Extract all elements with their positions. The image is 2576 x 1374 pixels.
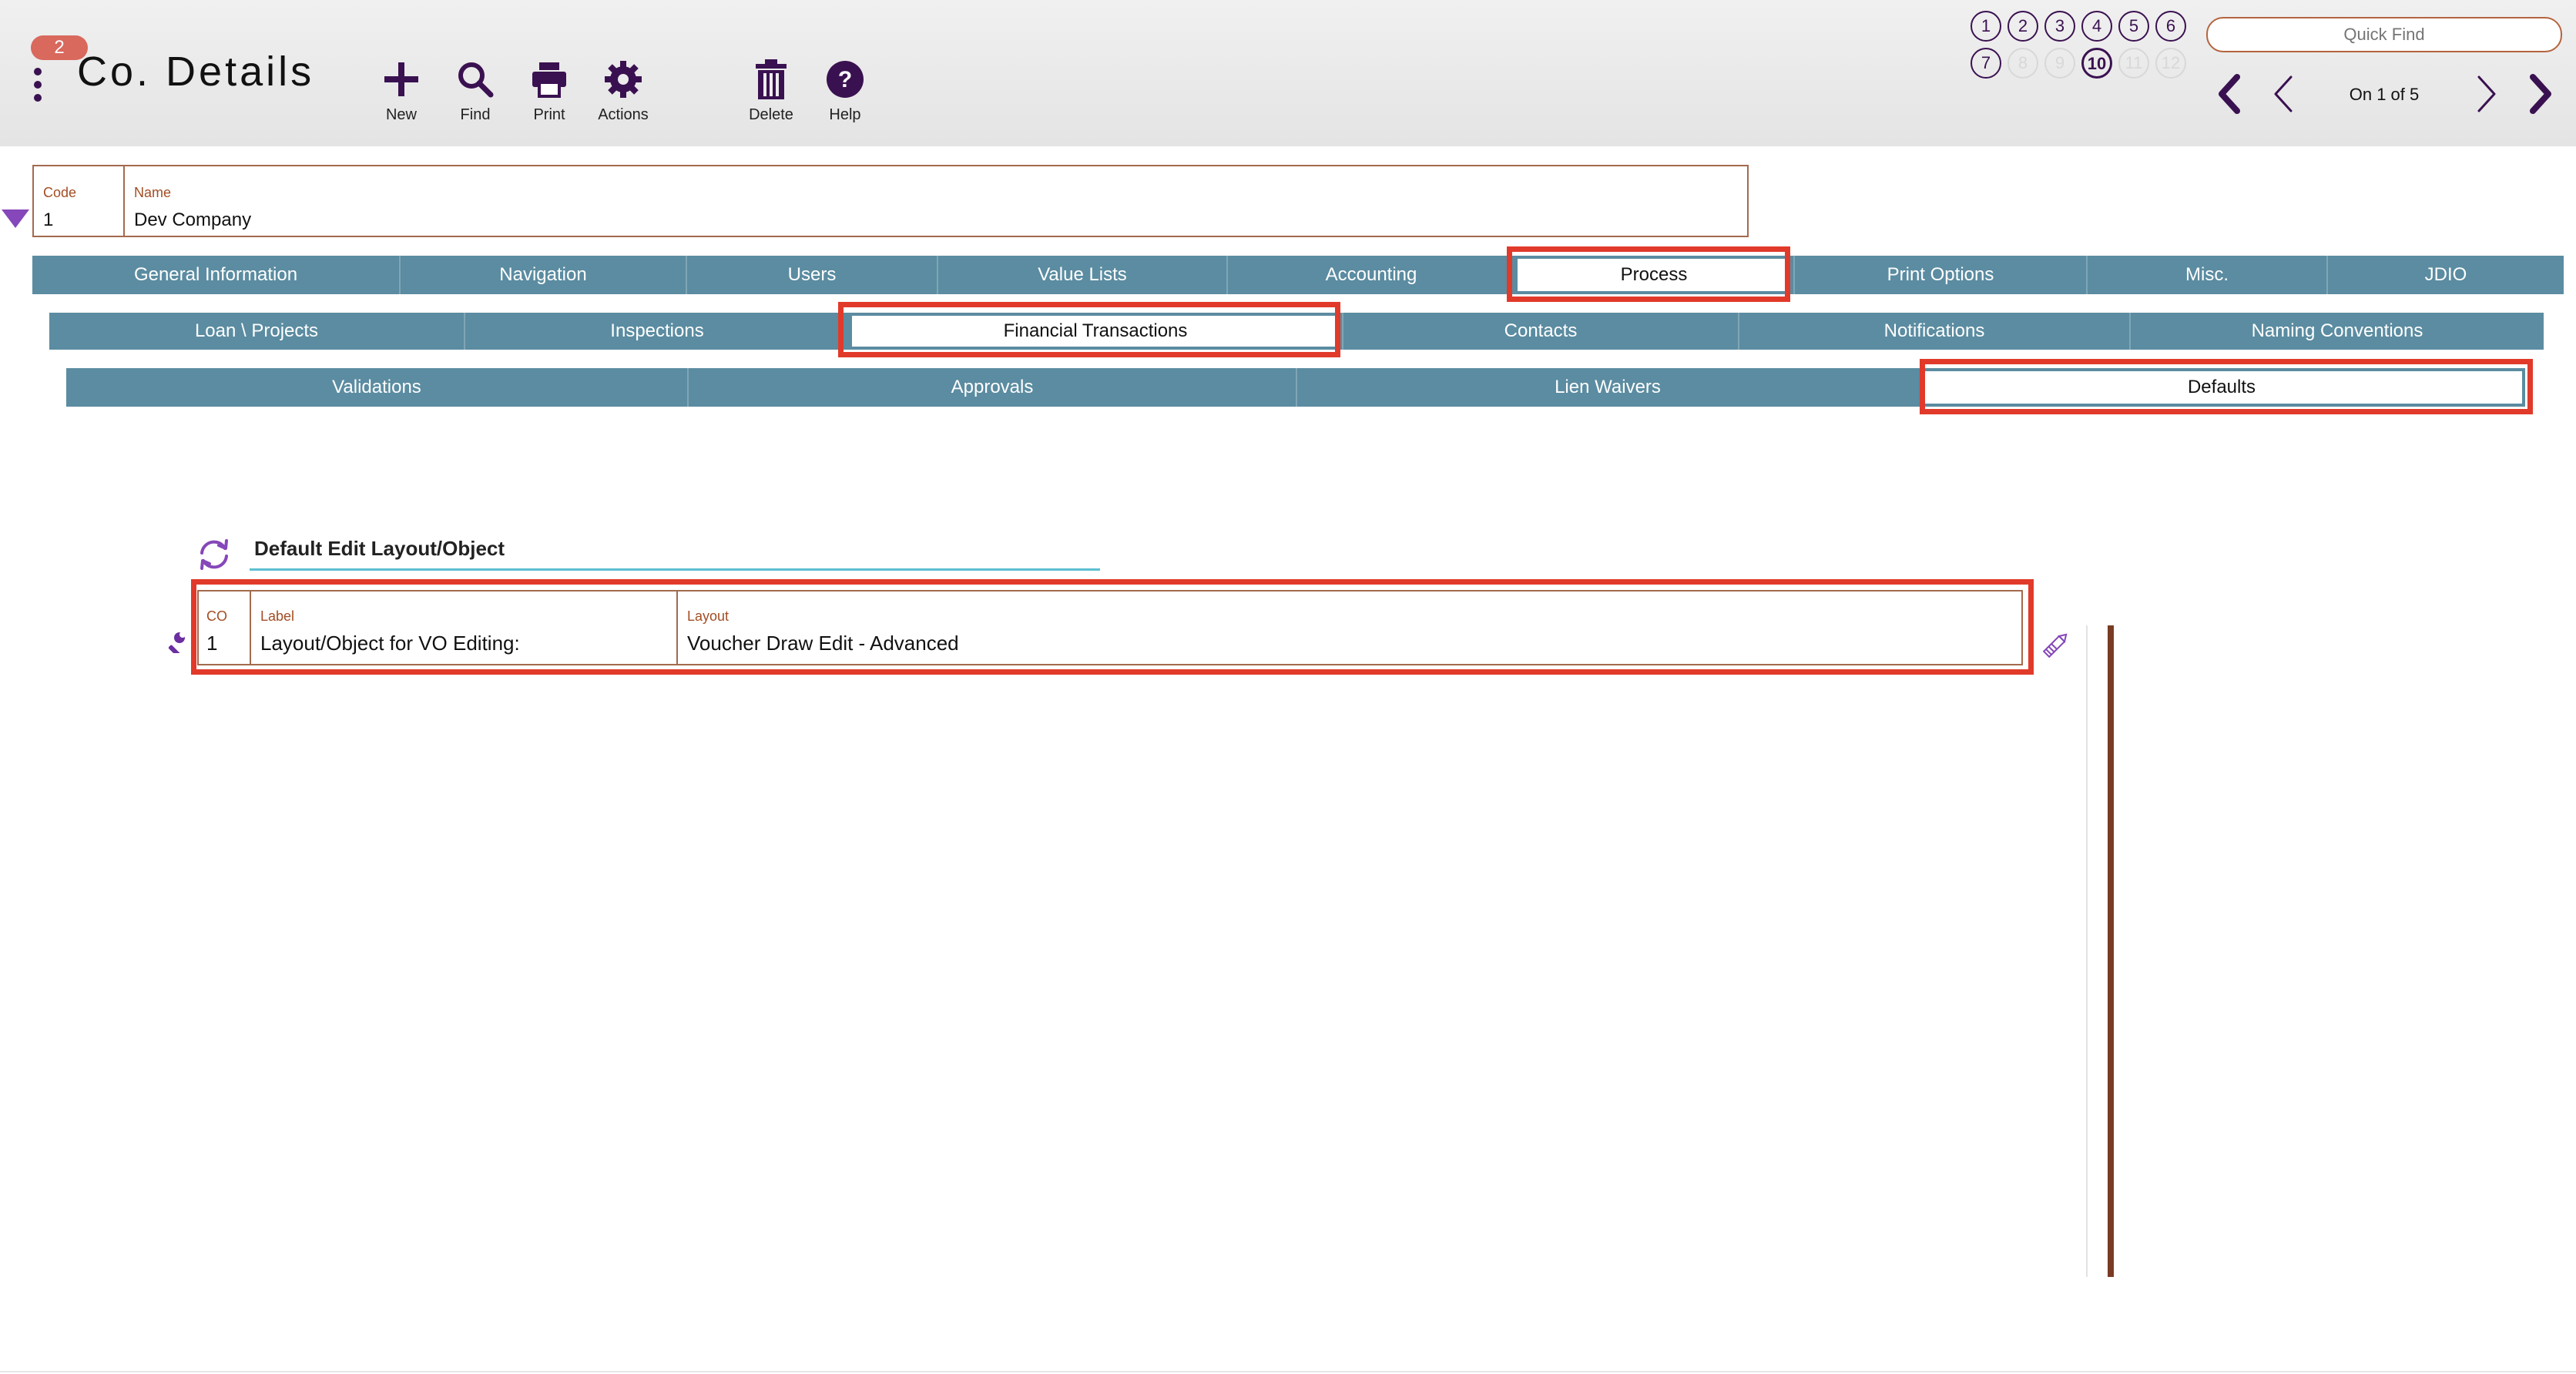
page-title: Co. Details (77, 49, 315, 95)
name-caption: Name (134, 185, 172, 200)
layout-number-9: 9 (2044, 48, 2075, 79)
field-divider (676, 591, 678, 664)
layout-value: Voucher Draw Edit - Advanced (687, 632, 959, 655)
code-field[interactable]: Code 1 (34, 166, 123, 236)
layout-number-1[interactable]: 1 (1971, 11, 2001, 42)
scroll-track (2086, 625, 2088, 1277)
layout-field[interactable]: Layout Voucher Draw Edit - Advanced (679, 591, 2020, 664)
layout-number-3[interactable]: 3 (2044, 11, 2075, 42)
layout-number-4[interactable]: 4 (2081, 11, 2112, 42)
tab-loan-projects[interactable]: Loan \ Projects (49, 313, 464, 350)
tab-contacts[interactable]: Contacts (1342, 313, 1738, 350)
default-layout-portal: CO 1 Label Layout/Object for VO Editing:… (197, 590, 2023, 665)
section-title: Default Edit Layout/Object (254, 537, 505, 560)
tab-inspections[interactable]: Inspections (464, 313, 849, 350)
layout-number-10[interactable]: 10 (2081, 48, 2112, 79)
trash-icon (729, 55, 813, 103)
first-record-icon[interactable] (2212, 71, 2246, 117)
help-button[interactable]: ? Help (803, 55, 887, 124)
quick-find-input[interactable] (2206, 17, 2562, 52)
refresh-icon[interactable] (196, 536, 233, 573)
bottom-divider (0, 1371, 2576, 1372)
name-field[interactable]: Name Dev Company (125, 166, 1742, 236)
gear-icon (581, 55, 666, 103)
tab-print-options[interactable]: Print Options (1793, 256, 2086, 294)
tab-validations[interactable]: Validations (66, 368, 687, 407)
print-label: Print (533, 106, 565, 123)
menu-dots-icon[interactable] (29, 68, 46, 108)
next-record-icon[interactable] (2470, 71, 2504, 117)
layout-number-6[interactable]: 6 (2155, 11, 2186, 42)
tab-misc[interactable]: Misc. (2086, 256, 2326, 294)
wrench-icon[interactable] (165, 632, 186, 653)
last-record-icon[interactable] (2524, 71, 2558, 117)
layout-number-7[interactable]: 7 (1971, 48, 2001, 79)
new-button[interactable]: New (359, 55, 444, 124)
record-position: On 1 of 5 (2349, 85, 2420, 104)
help-label: Help (829, 106, 861, 123)
tab-users[interactable]: Users (686, 256, 937, 294)
print-button[interactable]: Print (507, 55, 592, 124)
tab-approvals[interactable]: Approvals (687, 368, 1296, 407)
actions-label: Actions (598, 106, 649, 123)
co-caption: CO (206, 608, 227, 624)
vertical-scrollbar[interactable] (2108, 625, 2114, 1277)
section-underline (250, 568, 1100, 571)
find-label: Find (460, 106, 491, 123)
tab-financial-transactions[interactable]: Financial Transactions (849, 313, 1342, 350)
tab-notifications[interactable]: Notifications (1738, 313, 2129, 350)
field-divider (250, 591, 251, 664)
svg-text:?: ? (838, 67, 852, 92)
tab-navigation[interactable]: Navigation (399, 256, 686, 294)
tab-accounting[interactable]: Accounting (1226, 256, 1514, 294)
layout-number-12: 12 (2155, 48, 2186, 79)
header-bar: 2 Co. Details New Find Print Actions Del… (0, 0, 2576, 146)
tab-general-information[interactable]: General Information (32, 256, 399, 294)
find-button[interactable]: Find (433, 55, 518, 124)
printer-icon (507, 55, 592, 103)
tabs-level3: Validations Approvals Lien Waivers Defau… (66, 368, 2525, 407)
tab-value-lists[interactable]: Value Lists (937, 256, 1226, 294)
delete-label: Delete (749, 106, 793, 123)
layout-number-11: 11 (2118, 48, 2149, 79)
new-label: New (385, 106, 417, 123)
previous-record-icon[interactable] (2266, 71, 2300, 117)
tab-jdio[interactable]: JDIO (2326, 256, 2564, 294)
pencil-icon[interactable] (2038, 628, 2072, 662)
tab-naming-conventions[interactable]: Naming Conventions (2129, 313, 2544, 350)
tab-defaults[interactable]: Defaults (1918, 368, 2525, 407)
co-field[interactable]: CO 1 (199, 591, 248, 664)
name-value: Dev Company (134, 209, 252, 230)
code-value: 1 (43, 209, 54, 230)
search-icon (433, 55, 518, 103)
help-icon: ? (803, 55, 887, 103)
label-field[interactable]: Label Layout/Object for VO Editing: (253, 591, 675, 664)
layout-caption: Layout (687, 608, 730, 624)
tab-lien-waivers[interactable]: Lien Waivers (1296, 368, 1918, 407)
plus-icon (359, 55, 444, 103)
tabs-level2: Loan \ Projects Inspections Financial Tr… (49, 313, 2544, 350)
label-value: Layout/Object for VO Editing: (260, 632, 520, 655)
layout-number-5[interactable]: 5 (2118, 11, 2149, 42)
collapse-triangle-icon[interactable] (2, 209, 29, 228)
actions-button[interactable]: Actions (581, 55, 666, 124)
record-header-fields: Code 1 Name Dev Company (32, 165, 1749, 237)
layout-number-8: 8 (2007, 48, 2038, 79)
label-caption: Label (260, 608, 295, 624)
code-caption: Code (43, 185, 77, 200)
tab-process[interactable]: Process (1514, 256, 1793, 294)
delete-button[interactable]: Delete (729, 55, 813, 124)
layout-number-2[interactable]: 2 (2007, 11, 2038, 42)
co-value: 1 (206, 632, 218, 655)
tabs-level1: General Information Navigation Users Val… (32, 256, 2564, 294)
